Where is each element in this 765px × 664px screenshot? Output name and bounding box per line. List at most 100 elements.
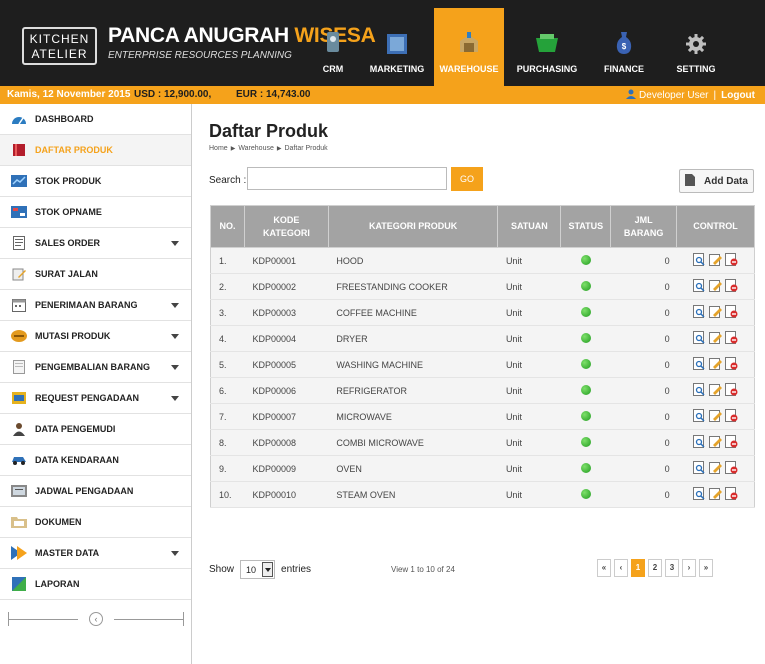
edit-icon[interactable]	[708, 331, 723, 344]
sidebar-item-dashboard[interactable]: DASHBOARD	[0, 104, 191, 135]
column-header-status[interactable]: STATUS	[560, 205, 612, 248]
view-icon[interactable]	[692, 461, 707, 474]
breadcrumb-home[interactable]: Home	[209, 145, 228, 152]
edit-icon[interactable]	[708, 279, 723, 292]
cell-kode: KDP00008	[244, 429, 329, 456]
column-header-satuan[interactable]: SATUAN	[497, 205, 562, 248]
sidebar-item-pengembalian-barang[interactable]: PENGEMBALIAN BARANG	[0, 352, 191, 383]
edit-icon[interactable]	[708, 461, 723, 474]
sidebar-item-data-pengemudi[interactable]: DATA PENGEMUDI	[0, 414, 191, 445]
delete-icon[interactable]	[724, 357, 739, 370]
cell-no: 3.	[210, 299, 245, 326]
view-icon[interactable]	[692, 383, 707, 396]
sidebar-item-laporan[interactable]: LAPORAN	[0, 569, 191, 600]
collapse-sidebar-button[interactable]: ‹	[89, 612, 103, 626]
sidebar-item-request-pengadaan[interactable]: REQUEST PENGADAAN	[0, 383, 191, 414]
view-icon[interactable]	[692, 487, 707, 500]
table-row[interactable]: 7. KDP00007 MICROWAVE Unit 0	[210, 403, 755, 430]
delete-icon[interactable]	[724, 253, 739, 266]
chevron-down-icon[interactable]	[171, 396, 179, 401]
sidebar-item-dokumen[interactable]: DOKUMEN	[0, 507, 191, 538]
view-icon[interactable]	[692, 331, 707, 344]
delete-icon[interactable]	[724, 435, 739, 448]
pagination-button[interactable]: «	[597, 559, 611, 577]
pagination-button[interactable]: ›	[682, 559, 696, 577]
table-row[interactable]: 3. KDP00003 COFFEE MACHINE Unit 0	[210, 299, 755, 326]
delete-icon[interactable]	[724, 383, 739, 396]
delete-icon[interactable]	[724, 305, 739, 318]
edit-icon[interactable]	[708, 383, 723, 396]
edit-icon[interactable]	[708, 357, 723, 370]
logout-link[interactable]: Logout	[721, 90, 755, 101]
pagination-button[interactable]: ‹	[614, 559, 628, 577]
add-data-button[interactable]: Add Data	[679, 169, 754, 193]
edit-icon[interactable]	[708, 305, 723, 318]
pagination-button[interactable]: »	[699, 559, 713, 577]
delete-icon[interactable]	[724, 279, 739, 292]
nav-crm[interactable]: CRM	[314, 8, 352, 86]
chevron-down-icon[interactable]	[262, 562, 274, 577]
sidebar-item-master-data[interactable]: MASTER DATA	[0, 538, 191, 569]
chevron-down-icon[interactable]	[171, 241, 179, 246]
table-row[interactable]: 10. KDP00010 STEAM OVEN Unit 0	[210, 481, 755, 508]
cell-jml: 0	[610, 377, 677, 404]
view-icon[interactable]	[692, 305, 707, 318]
sidebar-item-stok-produk[interactable]: STOK PRODUK	[0, 166, 191, 197]
sidebar-item-daftar-produk[interactable]: DAFTAR PRODUK	[0, 135, 191, 166]
chevron-down-icon[interactable]	[171, 551, 179, 556]
edit-icon[interactable]	[708, 253, 723, 266]
cell-kode: KDP00003	[244, 299, 329, 326]
sidebar-item-stok-opname[interactable]: STOK OPNAME	[0, 197, 191, 228]
sidebar-item-mutasi-produk[interactable]: MUTASI PRODUK	[0, 321, 191, 352]
edit-icon[interactable]	[708, 487, 723, 500]
view-icon[interactable]	[692, 357, 707, 370]
cell-jml: 0	[610, 299, 677, 326]
nav-finance[interactable]: $ FINANCE	[588, 8, 660, 86]
edit-icon[interactable]	[708, 435, 723, 448]
edit-icon[interactable]	[708, 409, 723, 422]
breadcrumb-separator: ▶	[276, 146, 282, 152]
delete-icon[interactable]	[724, 331, 739, 344]
table-row[interactable]: 8. KDP00008 COMBI MICROWAVE Unit 0	[210, 429, 755, 456]
column-header-no[interactable]: NO.	[210, 205, 245, 248]
sidebar-item-sales-order[interactable]: SALES ORDER	[0, 228, 191, 259]
delete-icon[interactable]	[724, 487, 739, 500]
search-input[interactable]	[247, 167, 447, 190]
nav-warehouse[interactable]: WAREHOUSE	[434, 8, 504, 86]
view-icon[interactable]	[692, 279, 707, 292]
pagination-button[interactable]: 2	[648, 559, 662, 577]
chevron-down-icon[interactable]	[171, 365, 179, 370]
view-icon[interactable]	[692, 409, 707, 422]
table-row[interactable]: 1. KDP00001 HOOD Unit 0	[210, 247, 755, 274]
delete-icon[interactable]	[724, 461, 739, 474]
pagination-button[interactable]: 1	[631, 559, 645, 577]
chevron-down-icon[interactable]	[171, 334, 179, 339]
table-row[interactable]: 4. KDP00004 DRYER Unit 0	[210, 325, 755, 352]
column-header-kode-kategori[interactable]: KODE KATEGORI	[243, 205, 329, 248]
table-row[interactable]: 2. KDP00002 FREESTANDING COOKER Unit 0	[210, 273, 755, 300]
nav-setting[interactable]: SETTING	[662, 8, 730, 86]
nav-marketing[interactable]: MARKETING	[362, 8, 432, 86]
user-name[interactable]: Developer User	[639, 90, 708, 101]
sidebar-item-jadwal-pengadaan[interactable]: JADWAL PENGADAAN	[0, 476, 191, 507]
pagination-button[interactable]: 3	[665, 559, 679, 577]
view-icon[interactable]	[692, 253, 707, 266]
sidebar-item-surat-jalan[interactable]: SURAT JALAN	[0, 259, 191, 290]
table-row[interactable]: 5. KDP00005 WASHING MACHINE Unit 0	[210, 351, 755, 378]
sidebar-item-penerimaan-barang[interactable]: PENERIMAAN BARANG	[0, 290, 191, 321]
page-size-select[interactable]: 10	[240, 560, 276, 579]
table-row[interactable]: 6. KDP00006 REFRIGERATOR Unit 0	[210, 377, 755, 404]
sidebar-item-data-kendaraan[interactable]: DATA KENDARAAN	[0, 445, 191, 476]
sidebar-item-label: DASHBOARD	[35, 114, 94, 124]
brand-word2: ANUGRAH	[183, 24, 290, 47]
delete-icon[interactable]	[724, 409, 739, 422]
kitchen-atelier-logo[interactable]: KITCHEN ATELIER	[22, 27, 97, 65]
chevron-down-icon[interactable]	[171, 303, 179, 308]
view-icon[interactable]	[692, 435, 707, 448]
breadcrumb-warehouse[interactable]: Warehouse	[238, 145, 274, 152]
column-header-jml-barang[interactable]: JML BARANG	[610, 205, 678, 248]
go-button[interactable]: GO	[451, 167, 483, 191]
column-header-kategori-produk[interactable]: KATEGORI PRODUK	[327, 205, 499, 248]
nav-purchasing[interactable]: PURCHASING	[510, 8, 584, 86]
table-row[interactable]: 9. KDP00009 OVEN Unit 0	[210, 455, 755, 482]
